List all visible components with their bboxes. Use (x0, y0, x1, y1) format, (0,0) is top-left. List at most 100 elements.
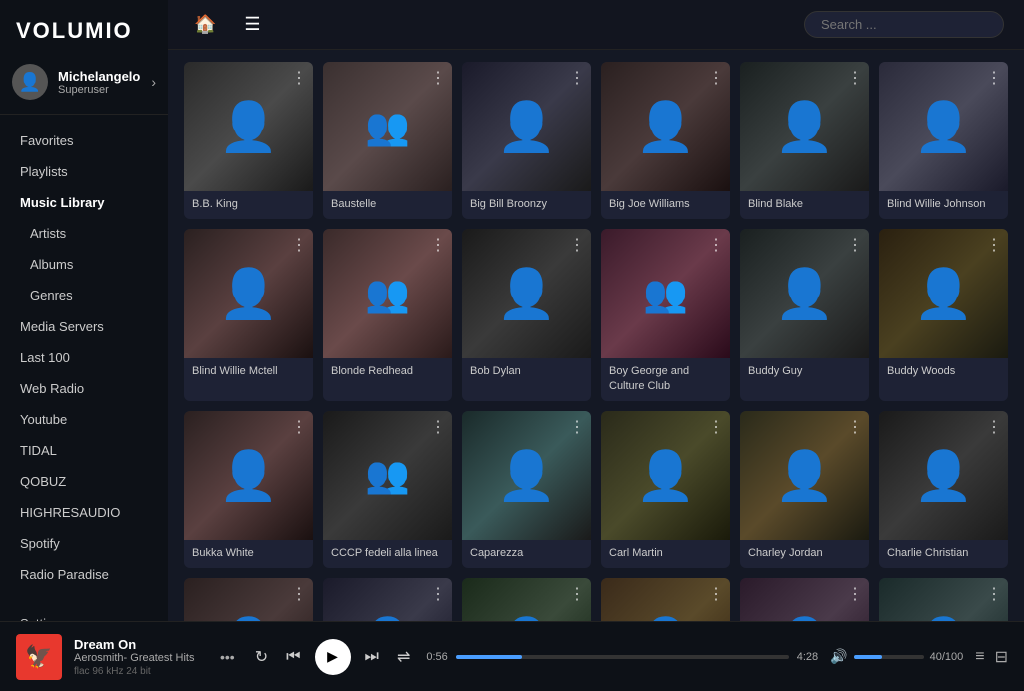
home-icon[interactable]: 🏠 (188, 8, 222, 41)
person-silhouette-icon: 👤 (497, 98, 557, 155)
sidebar-item-youtube[interactable]: Youtube (0, 404, 168, 435)
artist-card[interactable]: 👥 ⋮ CCCP fedeli alla linea (323, 411, 452, 568)
player-controls: ↻ ⏮ ▶ ⏭ ⇌ (251, 639, 415, 675)
sidebar-item-qobuz[interactable]: QOBUZ (0, 466, 168, 497)
album-art: 🦅 (16, 634, 62, 680)
artist-card[interactable]: 👤 ⋮ Bob Dylan (462, 229, 591, 401)
artist-card[interactable]: 👥 ⋮ Blonde Redhead (323, 229, 452, 401)
sidebar-item-media-servers[interactable]: Media Servers (0, 311, 168, 342)
artist-card[interactable]: 👤 ⋮ Buddy Guy (740, 229, 869, 401)
person-silhouette-icon: 👤 (219, 447, 279, 504)
card-menu-icon[interactable]: ⋮ (430, 584, 446, 604)
artist-image: 👥 ⋮ (323, 62, 452, 191)
card-menu-icon[interactable]: ⋮ (708, 417, 724, 437)
card-menu-icon[interactable]: ⋮ (847, 417, 863, 437)
artist-card[interactable]: 👤 ⋮ Charlie Christian (879, 411, 1008, 568)
repeat-button[interactable]: ↻ (251, 643, 272, 671)
artist-card[interactable]: 👤 ⋮ Blind Willie Johnson (879, 62, 1008, 219)
next-button[interactable]: ⏭ (361, 644, 383, 670)
card-menu-icon[interactable]: ⋮ (430, 417, 446, 437)
artist-card[interactable]: 👤 ⋮ Blind Willie Mctell (184, 229, 313, 401)
person-silhouette-icon: 👤 (775, 265, 835, 322)
sidebar-item-artists[interactable]: Artists (0, 218, 168, 249)
card-menu-icon[interactable]: ⋮ (708, 584, 724, 604)
card-menu-icon[interactable]: ⋮ (569, 235, 585, 255)
artist-name: Blind Willie Johnson (879, 191, 1008, 219)
sidebar-item-last-100[interactable]: Last 100 (0, 342, 168, 373)
search-input[interactable] (804, 11, 1004, 38)
shuffle-button[interactable]: ⇌ (393, 643, 414, 671)
more-options-button[interactable]: ••• (216, 649, 239, 665)
artist-name: B.B. King (184, 191, 313, 219)
card-menu-icon[interactable]: ⋮ (986, 417, 1002, 437)
volume-bar-fill (854, 655, 882, 659)
track-info: Dream On Aerosmith- Greatest Hits flac 9… (74, 637, 204, 677)
artist-name: Charlie Christian (879, 540, 1008, 568)
person-silhouette-icon: 👤 (914, 265, 974, 322)
artist-image: 👥 ⋮ (323, 411, 452, 540)
album-art-icon: 🦅 (25, 644, 52, 670)
artist-card[interactable]: 👥 ⋮ Baustelle (323, 62, 452, 219)
artist-card[interactable]: 👤 ⋮ Big Bill Broonzy (462, 62, 591, 219)
person-silhouette-icon: 👤 (219, 98, 279, 155)
sidebar-item-music-library[interactable]: Music Library (0, 187, 168, 218)
artist-card[interactable]: 👤 ⋮ Buddy Woods (879, 229, 1008, 401)
sidebar-item-genres[interactable]: Genres (0, 280, 168, 311)
user-profile[interactable]: 👤 Michelangelo Superuser › (0, 56, 168, 115)
sidebar-item-spotify[interactable]: Spotify (0, 528, 168, 559)
sidebar-item-tidal[interactable]: TIDAL (0, 435, 168, 466)
artist-card[interactable]: 👤 ⋮ Blind Blake (740, 62, 869, 219)
card-menu-icon[interactable]: ⋮ (430, 68, 446, 88)
artist-image: 👤 ⋮ (462, 229, 591, 358)
artist-card[interactable]: 👤 ⋮ Big Joe Williams (601, 62, 730, 219)
previous-button[interactable]: ⏮ (282, 644, 304, 670)
artist-name: Big Bill Broonzy (462, 191, 591, 219)
artist-image: 👥 ⋮ (601, 229, 730, 358)
chevron-right-icon: › (151, 74, 156, 90)
card-menu-icon[interactable]: ⋮ (708, 68, 724, 88)
card-menu-icon[interactable]: ⋮ (291, 235, 307, 255)
sidebar-item-favorites[interactable]: Favorites (0, 125, 168, 156)
person-silhouette-icon: 👤 (775, 98, 835, 155)
progress-bar[interactable] (456, 655, 789, 659)
card-menu-icon[interactable]: ⋮ (291, 68, 307, 88)
volume-bar[interactable] (854, 655, 924, 659)
card-menu-icon[interactable]: ⋮ (986, 235, 1002, 255)
artist-name: Boy George and Culture Club (601, 358, 730, 401)
card-menu-icon[interactable]: ⋮ (291, 417, 307, 437)
sidebar-item-web-radio[interactable]: Web Radio (0, 373, 168, 404)
artist-card[interactable]: 👤 ⋮ Caparezza (462, 411, 591, 568)
card-menu-icon[interactable]: ⋮ (569, 417, 585, 437)
card-menu-icon[interactable]: ⋮ (847, 235, 863, 255)
card-menu-icon[interactable]: ⋮ (569, 68, 585, 88)
artist-card[interactable]: 👤 ⋮ Charley Jordan (740, 411, 869, 568)
list-view-icon[interactable]: ☰ (238, 8, 266, 41)
card-menu-icon[interactable]: ⋮ (986, 584, 1002, 604)
play-button[interactable]: ▶ (315, 639, 351, 675)
sidebar-item-playlists[interactable]: Playlists (0, 156, 168, 187)
player-bar: 🦅 Dream On Aerosmith- Greatest Hits flac… (0, 621, 1024, 691)
card-menu-icon[interactable]: ⋮ (847, 584, 863, 604)
progress-bar-fill (456, 655, 523, 659)
artist-name: Bob Dylan (462, 358, 591, 386)
card-menu-icon[interactable]: ⋮ (291, 584, 307, 604)
header: 🏠 ☰ (168, 0, 1024, 50)
artist-card[interactable]: 👤 ⋮ Carl Martin (601, 411, 730, 568)
queue-icon[interactable]: ≡ (975, 648, 984, 666)
artist-name: Big Joe Williams (601, 191, 730, 219)
artist-image: 👤 ⋮ (879, 229, 1008, 358)
card-menu-icon[interactable]: ⋮ (430, 235, 446, 255)
sidebar-item-radio-paradise[interactable]: Radio Paradise (0, 559, 168, 590)
sidebar-item-albums[interactable]: Albums (0, 249, 168, 280)
card-menu-icon[interactable]: ⋮ (847, 68, 863, 88)
artist-image: 👤 ⋮ (740, 229, 869, 358)
card-menu-icon[interactable]: ⋮ (708, 235, 724, 255)
card-menu-icon[interactable]: ⋮ (569, 584, 585, 604)
card-menu-icon[interactable]: ⋮ (986, 68, 1002, 88)
sidebar-item-highresaudio[interactable]: HIGHRESAUDIO (0, 497, 168, 528)
cast-icon[interactable]: ⊟ (995, 647, 1008, 667)
artist-card[interactable]: 👤 ⋮ Bukka White (184, 411, 313, 568)
artist-card[interactable]: 👥 ⋮ Boy George and Culture Club (601, 229, 730, 401)
person-silhouette-icon: 👤 (636, 447, 696, 504)
artist-card[interactable]: 👤 ⋮ B.B. King (184, 62, 313, 219)
